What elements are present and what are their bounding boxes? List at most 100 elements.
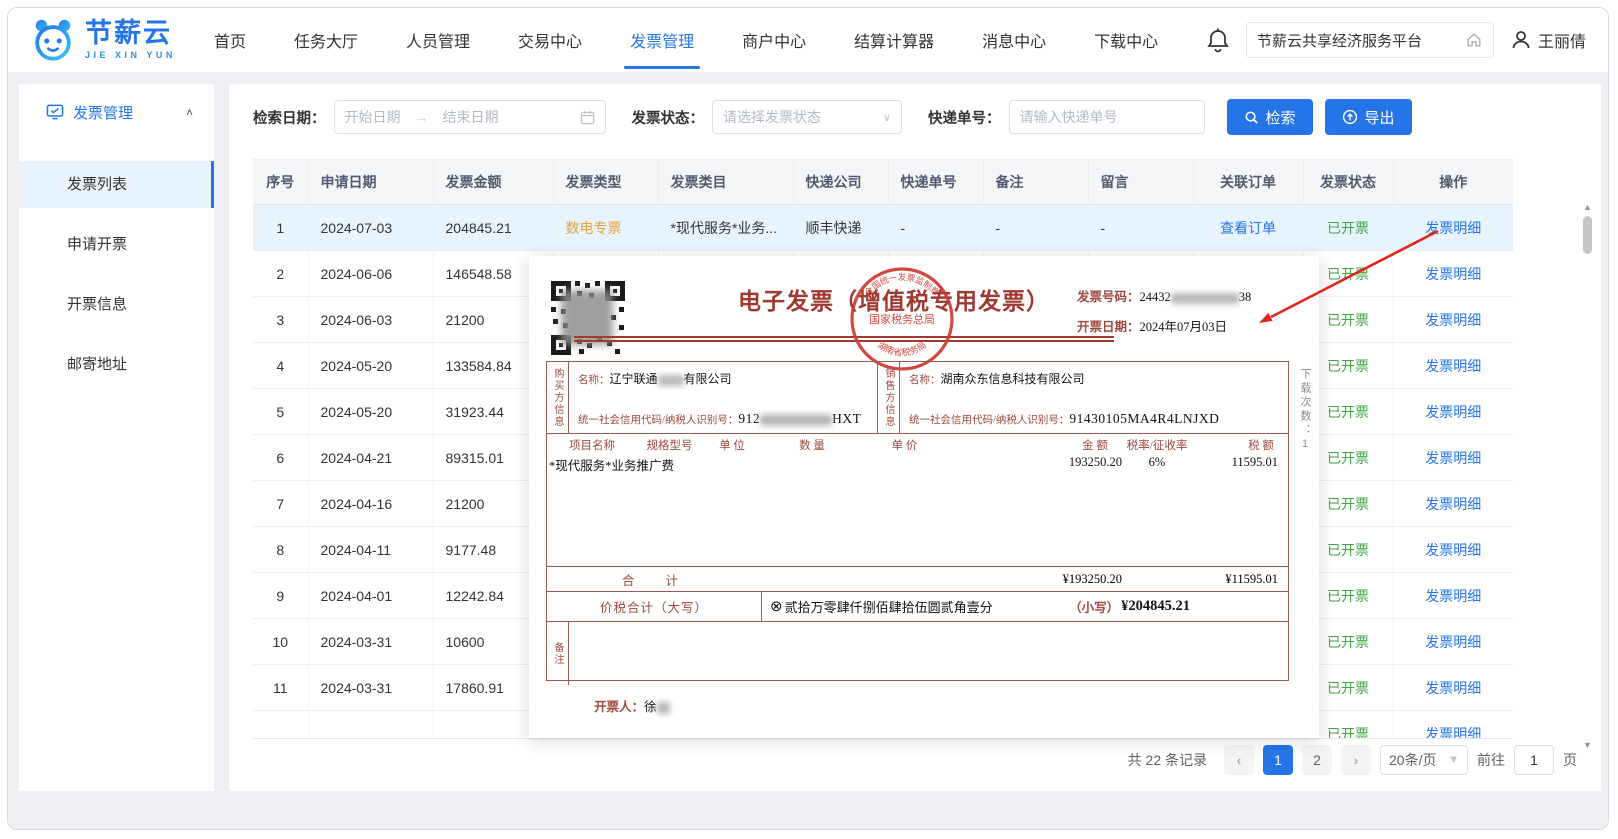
user-name: 王丽倩 xyxy=(1538,28,1586,52)
chevron-down-icon: ▼ xyxy=(1448,754,1459,766)
sidebar-section-invoice-management[interactable]: 发票管理 ∧ xyxy=(19,84,214,140)
cell-action-10[interactable]: 发票明细 xyxy=(1425,634,1481,650)
cell-action-9[interactable]: 发票明细 xyxy=(1425,588,1481,604)
search-button[interactable]: 检索 xyxy=(1227,99,1313,135)
cell-action-2[interactable]: 发票明细 xyxy=(1425,266,1481,282)
invoice-column-header-2: 单 位 xyxy=(702,437,762,453)
export-button-label: 导出 xyxy=(1365,107,1395,128)
app-logo[interactable]: 节薪云 JIE XIN YUN xyxy=(30,17,188,63)
cell-date-6: 2024-04-21 xyxy=(321,450,393,466)
next-page-button[interactable]: › xyxy=(1341,745,1371,775)
invoice-column-header-4: 单 价 xyxy=(862,437,947,453)
date-start-input[interactable]: 开始日期 xyxy=(345,107,401,127)
logo-title: 节薪云 xyxy=(85,20,176,47)
grand-total-small-label: （小写） xyxy=(1069,597,1119,616)
logo-subtitle: JIE XIN YUN xyxy=(85,50,176,60)
nav-item-3[interactable]: 交易中心 xyxy=(516,7,584,73)
cell-amount-3: 21200 xyxy=(446,312,485,328)
cell-action-4[interactable]: 发票明细 xyxy=(1425,358,1481,374)
cell-status-9: 已开票 xyxy=(1327,588,1369,604)
export-cloud-icon xyxy=(1342,109,1358,125)
sidebar-item-0[interactable]: 发票列表 xyxy=(19,161,214,208)
invoice-grand-total-row: 价税合计（大写） ⊗ 贰拾万零肆仟捌佰肆拾伍圆贰角壹分 （小写） ¥204845… xyxy=(547,592,1288,622)
cell-action-7[interactable]: 发票明细 xyxy=(1425,496,1481,512)
cell-action-1[interactable]: 发票明细 xyxy=(1425,220,1481,236)
scroll-up-icon[interactable]: ▲ xyxy=(1581,202,1594,212)
page-button-2[interactable]: 2 xyxy=(1302,745,1332,775)
column-header-6: 快递单号 xyxy=(888,160,983,205)
notification-bell-icon[interactable] xyxy=(1206,27,1230,53)
invoice-issuer: 开票人：徐 xyxy=(594,696,670,715)
cell-status-partial: 已开票 xyxy=(1327,726,1369,740)
cell-amount-10: 10600 xyxy=(446,634,485,650)
qr-code xyxy=(549,279,627,357)
cell-action-6[interactable]: 发票明细 xyxy=(1425,450,1481,466)
cell-status-2: 已开票 xyxy=(1327,266,1369,282)
date-end-input[interactable]: 结束日期 xyxy=(443,107,499,127)
invoice-column-header-7: 税 额 xyxy=(1192,437,1280,453)
invoice-number-suffix: 38 xyxy=(1239,290,1252,304)
sidebar-item-2[interactable]: 开票信息 xyxy=(19,281,214,328)
goto-page-input[interactable]: 1 xyxy=(1514,745,1554,775)
cell-action-8[interactable]: 发票明细 xyxy=(1425,542,1481,558)
cell-action-5[interactable]: 发票明细 xyxy=(1425,404,1481,420)
tracking-number-input[interactable]: 请输入快递单号 xyxy=(1009,100,1205,134)
cell-type-1: 数电专票 xyxy=(566,220,622,236)
scrollbar-thumb[interactable] xyxy=(1583,216,1592,254)
column-header-1: 申请日期 xyxy=(308,160,433,205)
tracking-number-placeholder: 请输入快递单号 xyxy=(1020,107,1118,127)
cell-status-1: 已开票 xyxy=(1327,220,1369,236)
vertical-scrollbar[interactable]: ▲ ▼ xyxy=(1581,202,1594,750)
page-button-1[interactable]: 1 xyxy=(1263,745,1293,775)
invoice-remark-row: 备注 xyxy=(547,622,1288,685)
cell-action-3[interactable]: 发票明细 xyxy=(1425,312,1481,328)
cell-related-1[interactable]: 查看订单 xyxy=(1220,220,1276,236)
column-header-3: 发票类型 xyxy=(553,160,658,205)
platform-select[interactable]: 节薪云共享经济服务平台 xyxy=(1246,22,1494,58)
invoice-preview: 电子发票（增值税专用发票） 发票号码：2443238 开票日期：2024年07月… xyxy=(529,256,1319,738)
date-range-input[interactable]: 开始日期 → 结束日期 xyxy=(334,100,606,134)
cell-date-9: 2024-04-01 xyxy=(321,588,393,604)
nav-item-1[interactable]: 任务大厅 xyxy=(292,7,360,73)
page-size-select[interactable]: 20条/页 ▼ xyxy=(1380,745,1468,775)
nav-item-4[interactable]: 发票管理 xyxy=(628,7,696,73)
invoice-items-header: 项目名称规格型号单 位数 量单 价金 额税率/征收率税 额 xyxy=(547,434,1288,453)
cell-amount-1: 204845.21 xyxy=(446,220,512,236)
column-header-7: 备注 xyxy=(983,160,1088,205)
sidebar-item-1[interactable]: 申请开票 xyxy=(19,221,214,268)
scroll-down-icon[interactable]: ▼ xyxy=(1581,740,1594,750)
tax-bureau-stamp: 全国统一发票监制章 国家税务总局 湖南省税务局 xyxy=(847,264,957,374)
grand-total-words-text: 贰拾万零肆仟捌佰肆拾伍圆贰角壹分 xyxy=(785,597,993,616)
nav-item-6[interactable]: 结算计算器 xyxy=(852,7,936,73)
goto-suffix: 页 xyxy=(1563,750,1577,770)
cell-status-8: 已开票 xyxy=(1327,542,1369,558)
cell-remark-1: - xyxy=(996,220,1001,236)
nav-item-7[interactable]: 消息中心 xyxy=(980,7,1048,73)
user-menu[interactable]: 王丽倩 xyxy=(1510,28,1586,52)
cell-action-partial[interactable]: 发票明细 xyxy=(1425,726,1481,740)
cell-status-4: 已开票 xyxy=(1327,358,1369,374)
cell-tracking-1: - xyxy=(901,220,906,236)
nav-item-0[interactable]: 首页 xyxy=(212,7,248,73)
cell-index-7: 7 xyxy=(276,496,284,512)
invoice-number-prefix: 24432 xyxy=(1140,290,1171,304)
export-button[interactable]: 导出 xyxy=(1325,99,1412,135)
column-header-11: 操作 xyxy=(1393,160,1513,205)
prev-page-button[interactable]: ‹ xyxy=(1224,745,1254,775)
cell-date-7: 2024-04-16 xyxy=(321,496,393,512)
filter-bar: 检索日期： 开始日期 → 结束日期 发票状态： 请选择发票状态 ∨ 快递单号： … xyxy=(229,84,1601,135)
invoice-number: 发票号码：2443238 xyxy=(1077,286,1251,305)
nav-item-2[interactable]: 人员管理 xyxy=(404,7,472,73)
sidebar-menu: 发票列表申请开票开票信息邮寄地址 xyxy=(19,161,214,388)
cell-amount-6: 89315.01 xyxy=(446,450,504,466)
sidebar-item-3[interactable]: 邮寄地址 xyxy=(19,341,214,388)
sidebar-section-label: 发票管理 xyxy=(73,102,133,123)
invoice-column-header-6: 税率/征收率 xyxy=(1122,437,1192,453)
invoice-status-select[interactable]: 请选择发票状态 ∨ xyxy=(712,100,902,134)
cell-action-11[interactable]: 发票明细 xyxy=(1425,680,1481,696)
nav-item-8[interactable]: 下载中心 xyxy=(1092,7,1160,73)
nav-item-5[interactable]: 商户中心 xyxy=(740,7,808,73)
item-tax-rate: 6% xyxy=(1122,455,1192,474)
total-amount: ¥193250.20 xyxy=(947,572,1122,587)
column-header-2: 发票金额 xyxy=(433,160,553,205)
